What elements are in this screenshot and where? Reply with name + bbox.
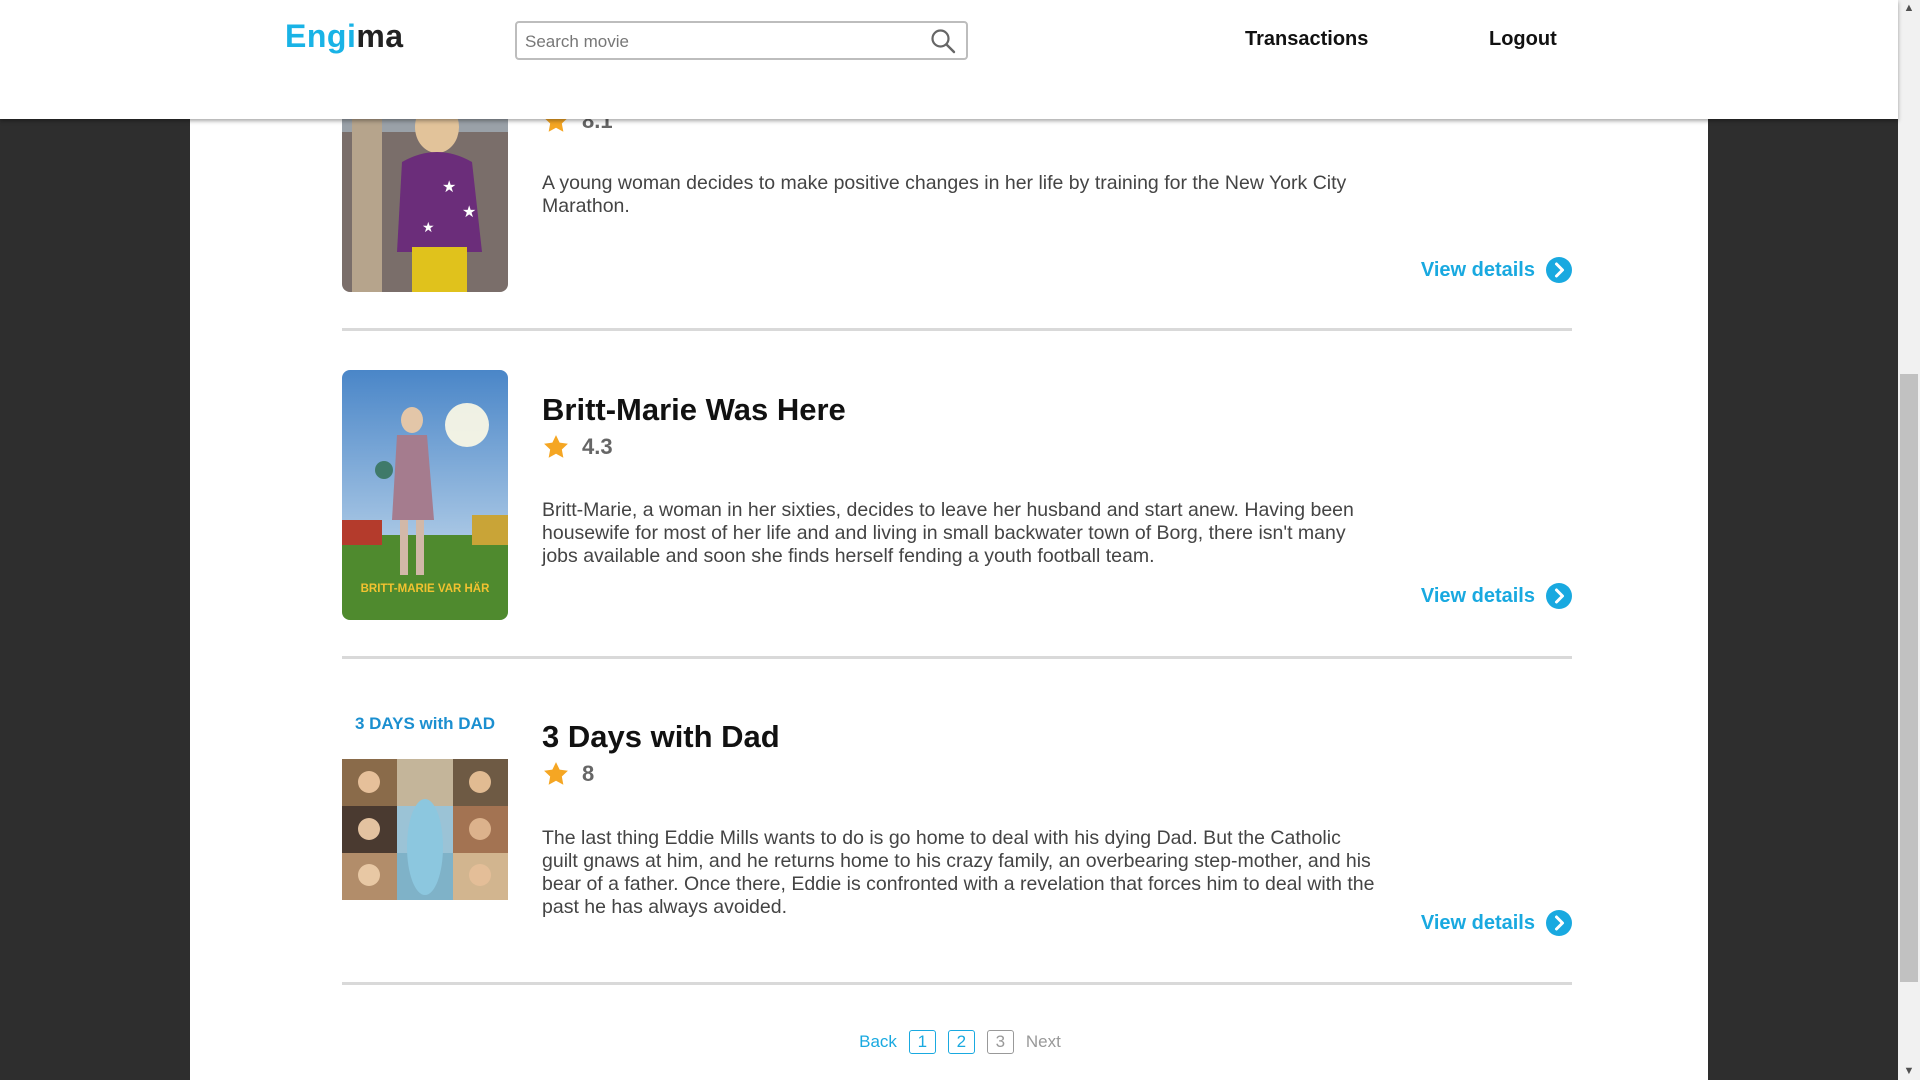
- chevron-right-circle-icon: [1546, 910, 1572, 936]
- page-2-button[interactable]: 2: [947, 1030, 975, 1054]
- poster-image: 3 DAYS with DAD: [342, 697, 508, 947]
- search-icon[interactable]: [930, 28, 956, 54]
- view-details-label: View details: [1420, 911, 1535, 934]
- logo[interactable]: Engima: [285, 18, 404, 55]
- view-details-link[interactable]: View details: [1421, 583, 1572, 609]
- poster-title-text: 3 DAYS with DAD: [355, 714, 495, 733]
- star-icon: [544, 435, 568, 458]
- poster-title-text: BRITT-MARIE VAR HÄR: [361, 582, 491, 595]
- poster-image: BRITT-MARIE VAR HÄR: [342, 370, 508, 620]
- search-input[interactable]: [523, 23, 927, 60]
- view-details-label: View details: [1420, 584, 1535, 607]
- rating-value: 8: [582, 761, 595, 786]
- svg-text:★: ★: [442, 179, 456, 196]
- nav-logout[interactable]: Logout: [1489, 28, 1557, 51]
- view-details-label: View details: [1420, 258, 1535, 281]
- chevron-right-circle-icon: [1546, 257, 1572, 283]
- divider: [342, 982, 1572, 985]
- nav-transactions[interactable]: Transactions: [1245, 28, 1368, 51]
- divider: [342, 656, 1572, 659]
- top-navbar: Engima Transactions Logout: [0, 0, 1898, 119]
- rating-value: 4.3: [582, 434, 613, 459]
- scroll-up-icon[interactable]: ▲: [1898, 0, 1920, 17]
- search-box: [515, 21, 968, 60]
- pagination-next[interactable]: Next: [1026, 1032, 1061, 1052]
- pagination-back[interactable]: Back: [859, 1032, 897, 1052]
- movie-description: Britt-Marie, a woman in her sixties, dec…: [542, 499, 1354, 567]
- svg-text:★: ★: [462, 204, 476, 221]
- logo-part-1: Engi: [285, 18, 357, 54]
- pagination: Back 1 2 3 Next: [190, 1030, 1708, 1054]
- divider: [342, 328, 1572, 331]
- movie-title[interactable]: 3 Days with Dad: [542, 719, 780, 755]
- movie-poster[interactable]: 3 DAYS with DAD: [342, 697, 508, 947]
- svg-text:★: ★: [422, 219, 435, 235]
- movie-item: 3 DAYS with DAD 3 Days with Dad 8 The la…: [342, 697, 1572, 987]
- movie-description: A young woman decides to make positive c…: [542, 172, 1347, 217]
- scrollbar-thumb[interactable]: [1900, 374, 1918, 982]
- movie-title[interactable]: Britt-Marie Was Here: [542, 392, 846, 428]
- movie-poster[interactable]: BRITT-MARIE VAR HÄR: [342, 370, 508, 620]
- view-details-link[interactable]: View details: [1421, 257, 1572, 283]
- star-icon: [544, 762, 568, 785]
- logo-part-2: ma: [356, 18, 404, 54]
- rating: 4.3: [542, 432, 613, 462]
- scrollbar[interactable]: ▲ ▼: [1898, 0, 1920, 1080]
- page-3-button[interactable]: 3: [986, 1030, 1014, 1054]
- page-1-button[interactable]: 1: [908, 1030, 936, 1054]
- movie-item: BRITT-MARIE VAR HÄR Britt-Marie Was Here…: [342, 370, 1572, 660]
- movie-list-panel: ★ ★ ★ 8.1 A young woman decides to make …: [190, 0, 1708, 1080]
- movie-description: The last thing Eddie Mills wants to do i…: [542, 827, 1375, 918]
- scroll-down-icon[interactable]: ▼: [1898, 1063, 1920, 1080]
- rating: 8: [542, 759, 594, 789]
- view-details-link[interactable]: View details: [1421, 910, 1572, 936]
- chevron-right-circle-icon: [1546, 583, 1572, 609]
